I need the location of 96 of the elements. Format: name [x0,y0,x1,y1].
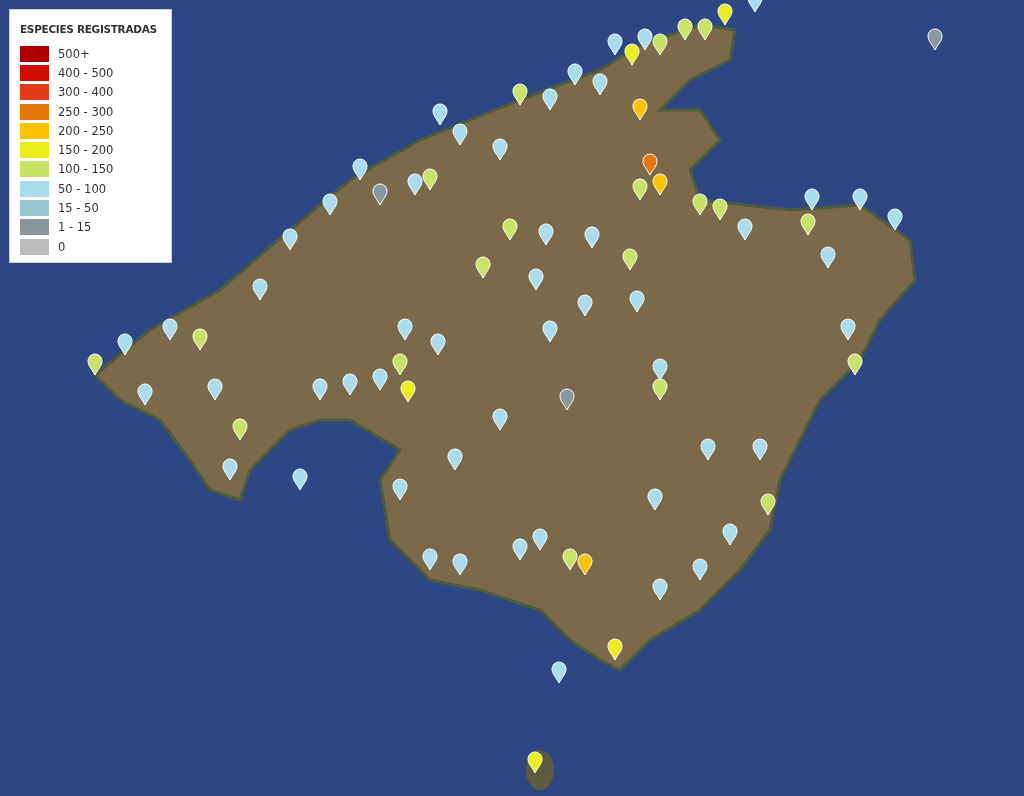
map-pin[interactable] [652,578,668,601]
map-pin[interactable] [800,213,816,236]
map-pin[interactable] [592,73,608,96]
map-pin[interactable] [717,3,733,26]
map-pin[interactable] [692,558,708,581]
map-pin[interactable] [342,373,358,396]
legend-label: 250 - 300 [58,104,114,119]
map-pin[interactable] [430,333,446,356]
legend-label: 150 - 200 [58,143,114,158]
map-pin[interactable] [492,138,508,161]
legend-label: 400 - 500 [58,65,114,80]
map-pin[interactable] [407,173,423,196]
map-pin[interactable] [512,538,528,561]
map-pin[interactable] [502,218,518,241]
map-pin[interactable] [222,458,238,481]
map-pin[interactable] [162,318,178,341]
map-pin[interactable] [512,83,528,106]
map-pin[interactable] [629,290,645,313]
map-pin[interactable] [475,256,491,279]
map-pin[interactable] [804,188,820,211]
map-pin[interactable] [624,43,640,66]
map-pin[interactable] [607,638,623,661]
map-pin[interactable] [400,380,416,403]
map-pin[interactable] [652,173,668,196]
legend-label: 15 - 50 [58,201,99,215]
map-pin[interactable] [584,226,600,249]
map-pin[interactable] [432,103,448,126]
map-pin[interactable] [452,553,468,576]
map-pin[interactable] [452,123,468,146]
map-pin[interactable] [252,278,268,301]
map-pin[interactable] [117,333,133,356]
map-pin[interactable] [528,268,544,291]
map-pin[interactable] [542,320,558,343]
map-pin[interactable] [852,188,868,211]
map-pin[interactable] [532,528,548,551]
map-pin[interactable] [652,33,668,56]
map-pin[interactable] [722,523,738,546]
map-pin[interactable] [747,0,763,13]
map-pin[interactable] [622,248,638,271]
map-pin[interactable] [887,208,903,231]
map-pin[interactable] [352,158,368,181]
map-pin[interactable] [632,178,648,201]
map-pin[interactable] [322,193,338,216]
map-pin[interactable] [559,388,575,411]
map-pin[interactable] [712,198,728,221]
map-pin[interactable] [492,408,508,431]
legend-label: 50 - 100 [58,181,107,196]
map-pin[interactable] [562,548,578,571]
map-pin[interactable] [292,468,308,491]
map-pin[interactable] [642,153,658,176]
map-pin[interactable] [87,353,103,376]
legend-label: 0 [58,239,66,254]
map-pin[interactable] [282,228,298,251]
map-pin[interactable] [652,358,668,381]
map-pin[interactable] [422,168,438,191]
map-pin[interactable] [647,488,663,511]
map-pin[interactable] [447,448,463,471]
map-pin[interactable] [192,328,208,351]
legend-label: 100 - 150 [58,162,114,177]
map-pin[interactable] [677,18,693,41]
map-pin[interactable] [137,383,153,406]
map-pin[interactable] [737,218,753,241]
legend-label: 300 - 400 [58,85,114,100]
map-pin[interactable] [232,418,248,441]
map-pin[interactable] [637,28,653,51]
map-pin[interactable] [527,751,543,774]
map-pin[interactable] [542,88,558,111]
map-pin[interactable] [312,378,328,401]
map-pin[interactable] [567,63,583,86]
map-pin[interactable] [422,548,438,571]
map-pin[interactable] [392,478,408,501]
legend-label: 1 - 15 [58,220,92,235]
map-pin[interactable] [840,318,856,341]
map-pin[interactable] [820,246,836,269]
map-pin[interactable] [207,378,223,401]
map-pin[interactable] [632,98,648,121]
map-pin[interactable] [372,183,388,206]
map-pin[interactable] [752,438,768,461]
map-pin[interactable] [692,193,708,216]
legend-label: 200 - 250 [58,123,114,138]
map-pin[interactable] [577,294,593,317]
map-pin[interactable] [700,438,716,461]
map-pin[interactable] [847,353,863,376]
map-pin[interactable] [577,553,593,576]
map-pin[interactable] [652,378,668,401]
map-pin[interactable] [538,223,554,246]
map-pin[interactable] [607,33,623,56]
map-pin[interactable] [697,18,713,41]
map-pin[interactable] [760,493,776,516]
map-pin[interactable] [551,661,567,684]
map-pin[interactable] [397,318,413,341]
map-pin[interactable] [927,28,943,51]
legend-label: 500+ [58,46,90,61]
legend-title: ESPECIES REGISTRADAS [20,22,157,36]
map-pin[interactable] [372,368,388,391]
map-pin[interactable] [392,353,408,376]
